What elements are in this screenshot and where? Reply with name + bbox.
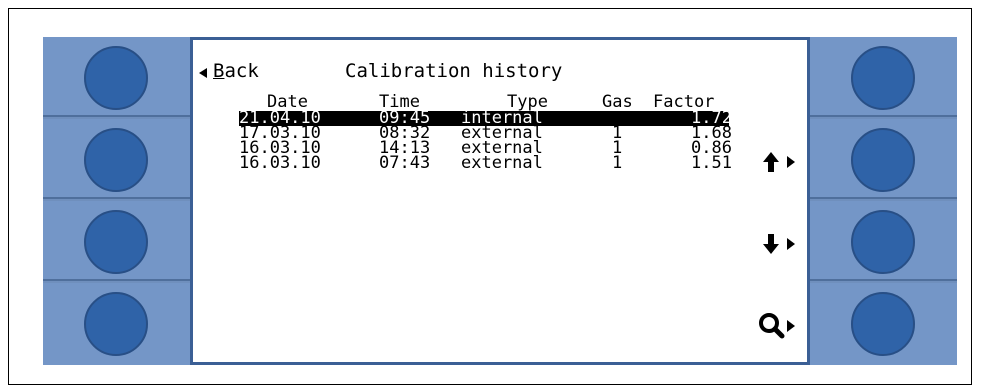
- left-softkey-4[interactable]: [43, 283, 190, 365]
- softkey-knob: [84, 128, 148, 192]
- back-arrow-icon: [199, 68, 207, 78]
- left-softkeys: [43, 37, 190, 365]
- control-panel: Back Calibration history Date Time Type …: [43, 37, 957, 365]
- softkey-knob: [84, 292, 148, 356]
- arrow-up-icon: [763, 152, 795, 172]
- softkey-knob: [851, 128, 915, 192]
- left-softkey-2[interactable]: [43, 119, 190, 199]
- page-title: Calibration history: [345, 60, 563, 82]
- magnifier-icon: [759, 313, 795, 339]
- arrow-down-icon: [763, 234, 795, 254]
- cell-date: 16.03.10: [239, 153, 321, 173]
- right-softkey-2[interactable]: [810, 119, 957, 199]
- right-softkey-3[interactable]: [810, 201, 957, 281]
- scroll-up-button[interactable]: [757, 148, 801, 176]
- column-header-gas: Gas: [602, 92, 633, 112]
- left-softkey-1[interactable]: [43, 37, 190, 117]
- right-softkey-1[interactable]: [810, 37, 957, 117]
- right-softkeys: [810, 37, 957, 365]
- cell-gas: 1: [612, 153, 623, 173]
- softkey-knob: [851, 46, 915, 110]
- calibration-table: Date Time Type Gas Factor 21.04.10 09:45…: [239, 92, 732, 173]
- right-softkey-4[interactable]: [810, 283, 957, 365]
- softkey-knob: [851, 210, 915, 274]
- softkey-knob: [84, 46, 148, 110]
- left-softkey-3[interactable]: [43, 201, 190, 281]
- zoom-button[interactable]: [757, 312, 801, 340]
- scroll-down-button[interactable]: [757, 230, 801, 258]
- back-label: Back: [213, 60, 259, 82]
- lcd-screen: Back Calibration history Date Time Type …: [190, 37, 810, 365]
- cell-type: external: [461, 153, 543, 173]
- cell-time: 07:43: [379, 153, 431, 173]
- cell-factor: 1.51: [691, 153, 732, 173]
- softkey-knob: [84, 210, 148, 274]
- softkey-knob: [851, 292, 915, 356]
- table-row[interactable]: 16.03.10 07:43 external 1 1.51: [239, 153, 732, 173]
